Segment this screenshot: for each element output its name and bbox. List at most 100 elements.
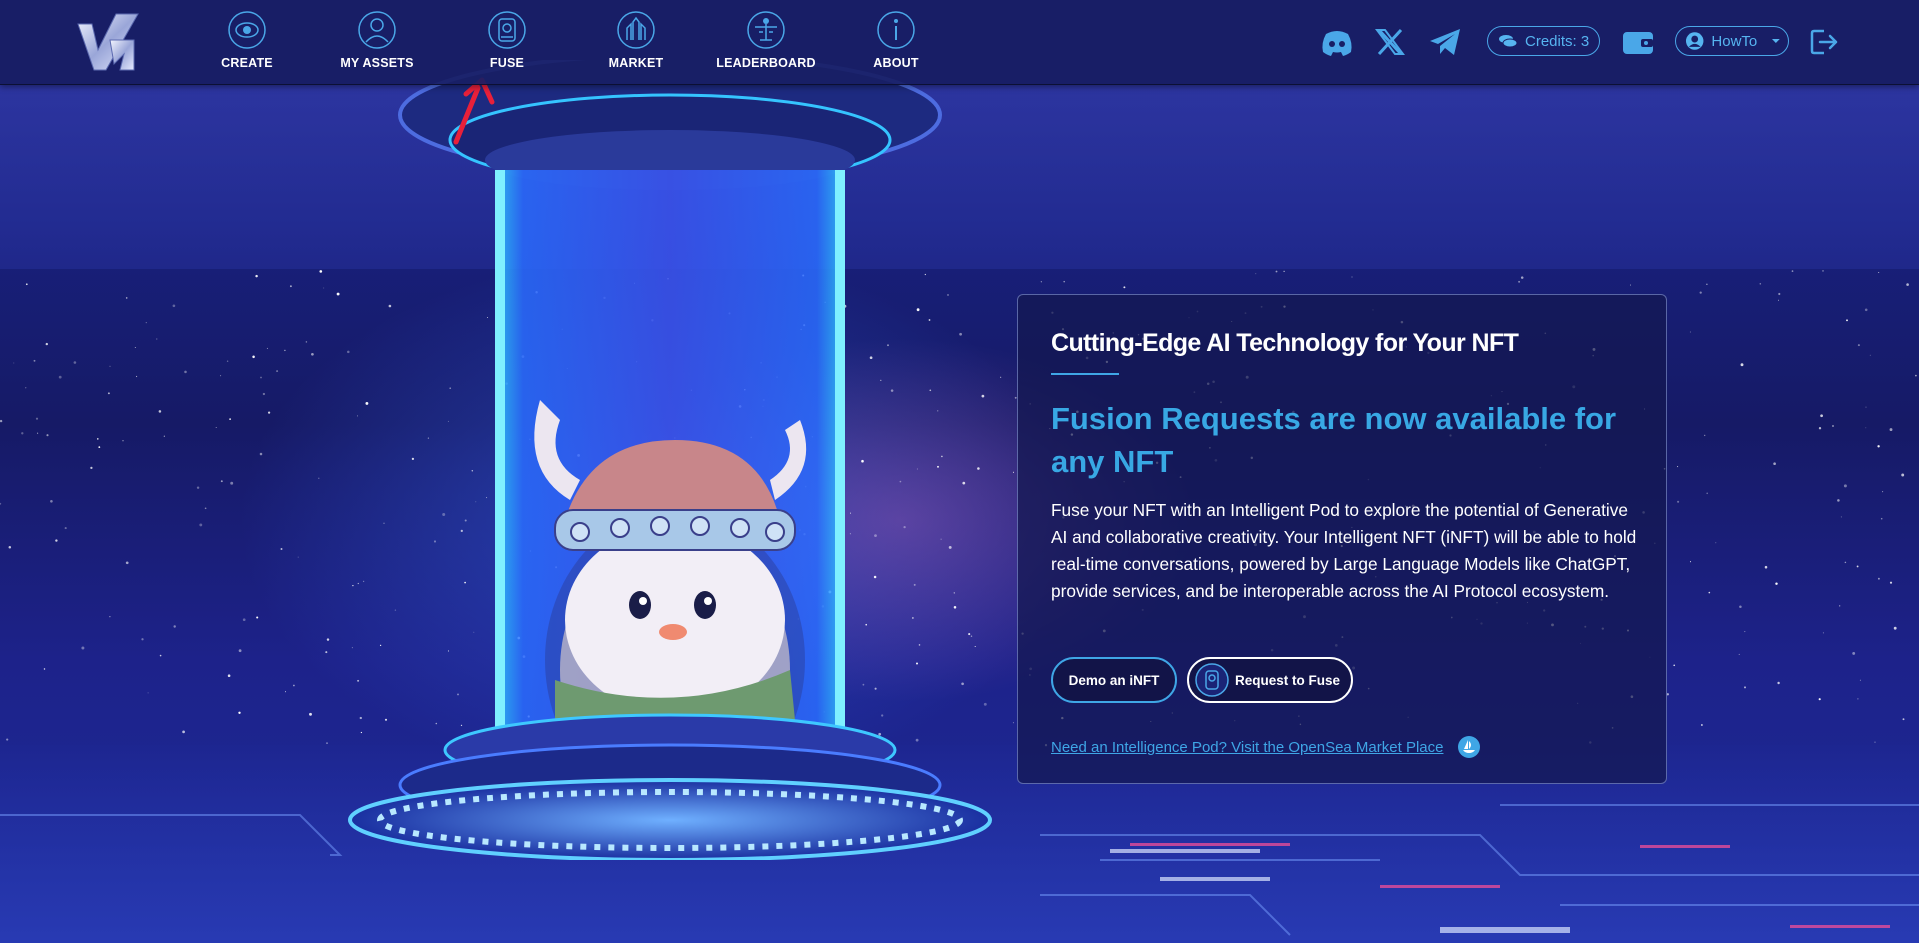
star — [1739, 605, 1742, 609]
star — [1777, 681, 1780, 685]
star — [260, 376, 262, 379]
wallet-icon[interactable] — [1621, 26, 1655, 58]
star — [25, 283, 28, 286]
coins-icon — [1499, 35, 1518, 48]
star — [1689, 331, 1691, 333]
star — [267, 411, 271, 414]
star — [1889, 581, 1893, 584]
leaderboard-icon — [747, 11, 785, 49]
star — [1874, 741, 1876, 743]
star — [45, 342, 48, 346]
star — [1902, 718, 1905, 721]
star — [220, 480, 223, 483]
star — [1880, 517, 1883, 520]
credits-button[interactable]: Credits: 3 — [1487, 26, 1600, 56]
card-actions: Demo an iNFT Request to Fuse — [1051, 657, 1353, 703]
star — [58, 375, 62, 379]
star — [141, 638, 144, 641]
nav-fuse[interactable]: FUSE — [452, 10, 562, 76]
star — [1706, 283, 1708, 285]
star — [215, 426, 217, 429]
user-avatar-icon — [1685, 32, 1704, 50]
page: CREATE MY ASSETS FUSE MARKET LEADERBOARD… — [0, 0, 1919, 943]
nav-my-assets[interactable]: MY ASSETS — [322, 10, 432, 76]
star — [318, 477, 320, 479]
star — [1791, 270, 1794, 272]
star — [125, 297, 128, 299]
star — [1877, 577, 1880, 580]
star — [159, 654, 162, 657]
fuse-pod-icon — [488, 11, 526, 49]
star — [184, 370, 187, 374]
star — [21, 432, 24, 435]
nav-leaderboard[interactable]: LEADERBOARD — [711, 10, 821, 76]
star — [1877, 445, 1880, 448]
nav-label: CREATE — [221, 56, 273, 70]
star — [1063, 280, 1065, 283]
star — [81, 646, 85, 650]
star — [323, 287, 325, 289]
star — [147, 692, 149, 694]
brand-logo[interactable] — [76, 10, 140, 74]
star — [50, 500, 53, 503]
user-menu-dropdown[interactable]: HowTo — [1675, 26, 1789, 56]
star — [284, 349, 286, 352]
star — [1906, 283, 1909, 286]
star — [1857, 698, 1859, 700]
star — [1818, 427, 1822, 430]
nav-create[interactable]: CREATE — [192, 10, 302, 76]
fusion-info-card: Cutting-Edge AI Technology for Your NFT … — [1017, 294, 1667, 784]
star — [55, 539, 58, 542]
star — [1715, 542, 1717, 544]
star — [289, 285, 292, 288]
demo-inft-button[interactable]: Demo an iNFT — [1051, 657, 1177, 703]
star — [1744, 631, 1746, 633]
star — [1773, 462, 1776, 466]
star — [98, 446, 101, 449]
nav-market[interactable]: MARKET — [581, 10, 691, 76]
x-icon[interactable] — [1373, 26, 1407, 58]
star — [1677, 466, 1679, 468]
star — [1630, 284, 1631, 286]
star — [1704, 434, 1706, 437]
star — [145, 322, 147, 324]
star — [1275, 270, 1278, 273]
star — [1775, 582, 1778, 585]
request-to-fuse-button[interactable]: Request to Fuse — [1187, 657, 1353, 703]
star — [136, 375, 138, 378]
nav-about[interactable]: ABOUT — [841, 10, 951, 76]
star — [220, 375, 222, 377]
star — [1852, 651, 1856, 655]
request-to-fuse-label: Request to Fuse — [1235, 672, 1341, 688]
star — [90, 466, 93, 470]
star — [305, 341, 308, 343]
star — [229, 418, 231, 420]
telegram-icon[interactable] — [1428, 26, 1462, 58]
star — [1012, 722, 1014, 724]
logout-icon[interactable] — [1808, 26, 1842, 58]
nav-label: FUSE — [489, 56, 525, 70]
star — [238, 711, 241, 714]
chevron-down-icon — [1772, 39, 1781, 43]
star — [1865, 406, 1867, 408]
star — [1822, 632, 1824, 634]
star — [280, 548, 283, 550]
star — [1859, 679, 1861, 681]
discord-icon[interactable] — [1320, 26, 1354, 58]
star — [109, 616, 111, 618]
star — [1351, 276, 1353, 278]
star — [1673, 664, 1676, 667]
star — [266, 347, 268, 349]
star — [25, 387, 27, 389]
star — [1857, 344, 1860, 347]
star — [1738, 653, 1740, 655]
star — [255, 274, 258, 278]
top-navbar: CREATE MY ASSETS FUSE MARKET LEADERBOARD… — [0, 0, 1919, 85]
star — [13, 362, 15, 364]
user-menu-label: HowTo — [1711, 32, 1758, 50]
opensea-icon — [1458, 736, 1481, 758]
opensea-market-link[interactable]: Need an Intelligence Pod? Visit the Open… — [1051, 735, 1481, 759]
star — [319, 270, 323, 273]
star — [326, 742, 328, 744]
star — [1740, 363, 1744, 367]
